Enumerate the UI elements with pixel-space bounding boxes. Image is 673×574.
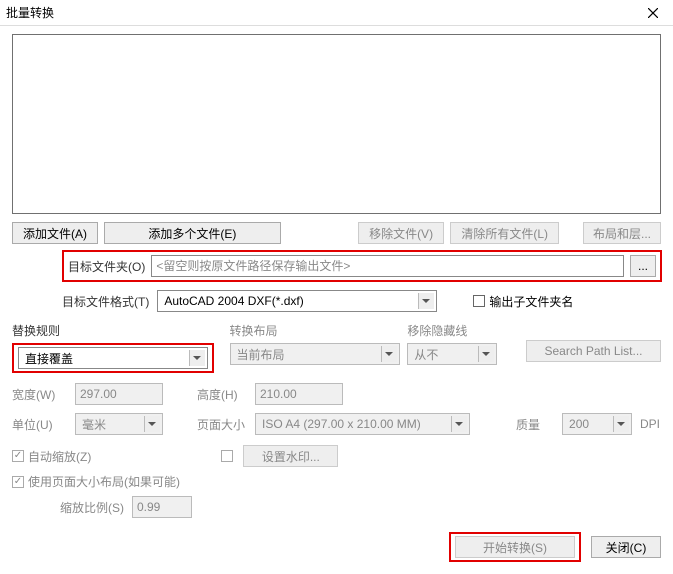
add-files-button[interactable]: 添加多个文件(E) xyxy=(104,222,281,244)
checkbox-icon xyxy=(221,450,233,462)
target-folder-row: 目标文件夹(O) ... xyxy=(62,250,661,282)
use-paper-layout-label: 使用页面大小布局(如果可能) xyxy=(28,473,180,490)
target-format-label: 目标文件格式(T) xyxy=(62,293,149,310)
checkmark-icon: ✓ xyxy=(12,476,24,488)
watermark-checkbox xyxy=(221,450,233,462)
remove-hidden-label: 移除隐藏线 xyxy=(407,322,526,339)
output-subfolder-label: 输出子文件夹名 xyxy=(489,293,573,310)
dpi-label: DPI xyxy=(640,417,660,431)
checkbox-icon xyxy=(473,295,485,307)
file-list[interactable] xyxy=(12,34,661,214)
window-body: 添加文件(A) 添加多个文件(E) 移除文件(V) 清除所有文件(L) 布局和层… xyxy=(0,26,673,574)
target-folder-input[interactable] xyxy=(151,255,624,277)
remove-file-button[interactable]: 移除文件(V) xyxy=(358,222,445,244)
watermark-button[interactable]: 设置水印... xyxy=(243,445,338,467)
page-size-label: 页面大小 xyxy=(197,416,247,433)
layout-button[interactable]: 布局和层... xyxy=(583,222,661,244)
height-input xyxy=(255,383,343,405)
start-button[interactable]: 开始转换(S) xyxy=(455,536,575,558)
width-input xyxy=(75,383,163,405)
clear-all-button[interactable]: 清除所有文件(L) xyxy=(450,222,559,244)
search-path-button[interactable]: Search Path List... xyxy=(526,340,661,362)
convert-layout-label: 转换布局 xyxy=(230,322,408,339)
unit-label: 单位(U) xyxy=(12,416,67,433)
checkmark-icon: ✓ xyxy=(12,450,24,462)
use-paper-layout-checkbox: ✓ 使用页面大小布局(如果可能) xyxy=(12,473,180,490)
toolbar-row: 添加文件(A) 添加多个文件(E) 移除文件(V) 清除所有文件(L) 布局和层… xyxy=(12,222,661,244)
window-title: 批量转换 xyxy=(6,4,633,21)
height-label: 高度(H) xyxy=(197,386,247,403)
target-folder-label: 目标文件夹(O) xyxy=(68,258,145,275)
scale-input xyxy=(132,496,192,518)
width-label: 宽度(W) xyxy=(12,386,67,403)
browse-button[interactable]: ... xyxy=(630,255,656,277)
add-file-button[interactable]: 添加文件(A) xyxy=(12,222,98,244)
quality-select: 200 xyxy=(562,413,632,435)
replace-rule-select[interactable]: 直接覆盖 xyxy=(18,347,208,369)
auto-scale-label: 自动缩放(Z) xyxy=(28,448,91,465)
close-icon[interactable] xyxy=(633,0,673,26)
page-size-select: ISO A4 (297.00 x 210.00 MM) xyxy=(255,413,470,435)
quality-label: 质量 xyxy=(516,416,540,433)
unit-select: 毫米 xyxy=(75,413,163,435)
auto-scale-checkbox: ✓ 自动缩放(Z) xyxy=(12,448,91,465)
titlebar: 批量转换 xyxy=(0,0,673,26)
close-button[interactable]: 关闭(C) xyxy=(591,536,661,558)
footer: 开始转换(S) 关闭(C) xyxy=(12,532,661,562)
scale-label: 缩放比例(S) xyxy=(60,499,124,516)
target-format-select[interactable]: AutoCAD 2004 DXF(*.dxf) xyxy=(157,290,437,312)
convert-layout-select: 当前布局 xyxy=(230,343,400,365)
replace-rule-label: 替换规则 xyxy=(12,322,220,339)
remove-hidden-select: 从不 xyxy=(407,343,497,365)
output-subfolder-checkbox[interactable]: 输出子文件夹名 xyxy=(473,293,573,310)
